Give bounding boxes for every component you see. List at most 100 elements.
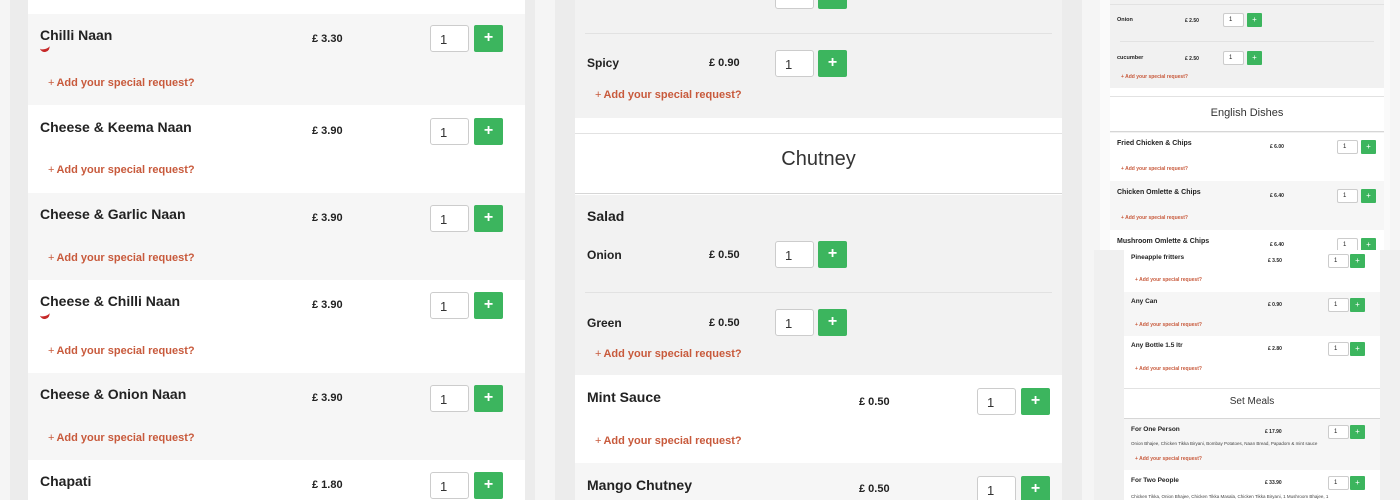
item-name: Any Can bbox=[1131, 298, 1158, 305]
add-to-cart-button[interactable]: + bbox=[1350, 298, 1365, 312]
plus-icon: + bbox=[1366, 142, 1371, 151]
item-price: £ 6.40 bbox=[1270, 242, 1284, 248]
menu-item: Mint Sauce £ 0.50 1 + + Add your special … bbox=[575, 375, 1062, 463]
quantity-input[interactable]: 1 bbox=[430, 472, 469, 499]
plus-icon: + bbox=[483, 389, 494, 406]
special-request-link[interactable]: + Add your special request? bbox=[1135, 366, 1202, 372]
quantity-input[interactable]: 1 bbox=[977, 476, 1016, 500]
special-request-link[interactable]: + Add your special request? bbox=[48, 252, 195, 264]
menu-item: Cheese & Chilli Naan £ 3.90 1 + + Add you… bbox=[28, 280, 525, 373]
add-to-cart-button[interactable]: + bbox=[474, 205, 503, 232]
quantity-input[interactable]: 1 bbox=[1337, 238, 1358, 250]
menu-item: Fried Chicken & Chips £ 6.00 1 + + Add y… bbox=[1110, 133, 1384, 181]
quantity-input[interactable]: 1 bbox=[1328, 476, 1349, 490]
section-title: Chutney bbox=[781, 148, 856, 170]
quantity-input[interactable]: 1 bbox=[977, 388, 1016, 415]
special-request-link[interactable]: + Add your special request? bbox=[1135, 322, 1202, 328]
divider bbox=[1110, 131, 1384, 132]
item-name: Chilli Naan bbox=[40, 27, 113, 43]
add-to-cart-button[interactable]: + bbox=[474, 118, 503, 145]
add-to-cart-button[interactable]: + bbox=[818, 309, 847, 336]
special-request-link[interactable]: + Add your special request? bbox=[1121, 74, 1188, 80]
item-name: For One Person bbox=[1131, 426, 1180, 433]
special-request-link[interactable]: + Add your special request? bbox=[1121, 166, 1188, 172]
special-request-link[interactable]: + Add your special request? bbox=[595, 435, 742, 447]
special-request-link[interactable]: + Add your special request? bbox=[48, 432, 195, 444]
add-to-cart-button[interactable]: + bbox=[818, 50, 847, 77]
quantity-input[interactable]: 1 bbox=[1328, 342, 1349, 356]
add-to-cart-button[interactable]: + bbox=[474, 385, 503, 412]
add-to-cart-button[interactable]: + bbox=[818, 241, 847, 268]
quantity-input[interactable]: 1 bbox=[430, 292, 469, 319]
add-to-cart-button[interactable]: + bbox=[1361, 140, 1376, 154]
plus-icon: + bbox=[1355, 427, 1360, 436]
chili-icon bbox=[39, 43, 51, 54]
special-request-link[interactable]: + Add your special request? bbox=[48, 164, 195, 176]
quantity-input[interactable]: 1 bbox=[1223, 51, 1244, 65]
item-name: Cheese & Onion Naan bbox=[40, 386, 187, 402]
special-request-link[interactable]: + Add your special request? bbox=[48, 345, 195, 357]
menu-column-extras: + Spicy £ 0.90 1 + +Add your special req… bbox=[555, 0, 1082, 500]
quantity-input[interactable]: 1 bbox=[1337, 189, 1358, 203]
set-meal-item: For Two People £ 33.90 1 + Chicken Tikka… bbox=[1124, 470, 1380, 500]
item-price: £ 6.00 bbox=[1270, 144, 1284, 150]
plus-icon: + bbox=[1252, 15, 1257, 24]
special-request-link[interactable]: + Add your special request? bbox=[1135, 277, 1202, 283]
add-to-cart-button[interactable]: + bbox=[1021, 476, 1050, 500]
special-request-link[interactable]: + Add your special request? bbox=[1135, 456, 1202, 462]
option-name: Onion bbox=[587, 248, 622, 262]
item-price: £ 3.30 bbox=[312, 33, 343, 45]
add-to-cart-button[interactable]: + bbox=[1350, 254, 1365, 268]
menu-item: Mango Chutney £ 0.50 1 + bbox=[575, 463, 1062, 500]
special-request-link[interactable]: + Add your special request? bbox=[1121, 215, 1188, 221]
add-to-cart-button[interactable]: + bbox=[474, 292, 503, 319]
add-to-cart-button[interactable]: + bbox=[474, 25, 503, 52]
quantity-input[interactable]: 1 bbox=[775, 309, 814, 336]
quantity-input[interactable]: 1 bbox=[1223, 13, 1244, 27]
item-price: £ 2.80 bbox=[1268, 346, 1282, 352]
quantity-input[interactable]: 1 bbox=[430, 205, 469, 232]
add-to-cart-button[interactable]: + bbox=[1021, 388, 1050, 415]
add-to-cart-button[interactable]: + bbox=[1361, 189, 1376, 203]
add-to-cart-button[interactable]: + bbox=[1247, 51, 1262, 65]
divider bbox=[1124, 388, 1380, 389]
quantity-input[interactable]: 1 bbox=[775, 241, 814, 268]
menu-item: Cheese & Keema Naan £ 3.90 1 + + Add your… bbox=[28, 105, 525, 193]
menu-column-naan: Chilli Naan £ 3.30 1 + + Add your special… bbox=[10, 0, 535, 500]
quantity-input[interactable]: 1 bbox=[1337, 140, 1358, 154]
item-price: £ 3.90 bbox=[312, 212, 343, 224]
item-price: £ 0.50 bbox=[859, 396, 890, 408]
chili-icon bbox=[39, 310, 51, 321]
add-to-cart-button[interactable]: + bbox=[1247, 13, 1262, 27]
plus-icon: + bbox=[1366, 240, 1371, 249]
add-to-cart-button[interactable]: + bbox=[1350, 342, 1365, 356]
quantity-input[interactable]: 1 bbox=[1328, 425, 1349, 439]
item-name: For Two People bbox=[1131, 477, 1179, 484]
quantity-input[interactable]: 1 bbox=[430, 385, 469, 412]
menu-item: Any Can £ 0.90 1 + + Add your special re… bbox=[1124, 292, 1380, 336]
special-request-link[interactable]: + Add your special request? bbox=[595, 89, 742, 101]
add-to-cart-button[interactable]: + bbox=[474, 472, 503, 499]
add-to-cart-button[interactable]: + bbox=[818, 0, 847, 9]
quantity-input[interactable] bbox=[775, 0, 814, 9]
menu-item: Any Bottle 1.5 ltr £ 2.80 1 + + Add your… bbox=[1124, 336, 1380, 388]
quantity-input[interactable]: 1 bbox=[430, 118, 469, 145]
divider bbox=[585, 292, 1052, 293]
add-to-cart-button[interactable]: + bbox=[1350, 476, 1365, 490]
menu-panel: Pineapple fritters £ 3.50 1 + + Add your… bbox=[1124, 250, 1380, 500]
plus-icon: + bbox=[483, 296, 494, 313]
item-description: Onion Bhajee, Chicken Tikka Biryani, Bom… bbox=[1131, 441, 1318, 446]
item-price: £ 3.50 bbox=[1268, 258, 1282, 264]
item-name: Mango Chutney bbox=[587, 477, 692, 493]
special-request-link[interactable]: + Add your special request? bbox=[595, 348, 742, 360]
quantity-input[interactable]: 1 bbox=[430, 25, 469, 52]
add-to-cart-button[interactable]: + bbox=[1361, 238, 1376, 250]
quantity-input[interactable]: 1 bbox=[1328, 298, 1349, 312]
quantity-input[interactable]: 1 bbox=[775, 50, 814, 77]
quantity-input[interactable]: 1 bbox=[1328, 254, 1349, 268]
plus-icon: + bbox=[1355, 478, 1360, 487]
add-to-cart-button[interactable]: + bbox=[1350, 425, 1365, 439]
item-price: £ 0.90 bbox=[1268, 302, 1282, 308]
divider bbox=[1120, 41, 1374, 42]
special-request-link[interactable]: + Add your special request? bbox=[48, 77, 195, 89]
